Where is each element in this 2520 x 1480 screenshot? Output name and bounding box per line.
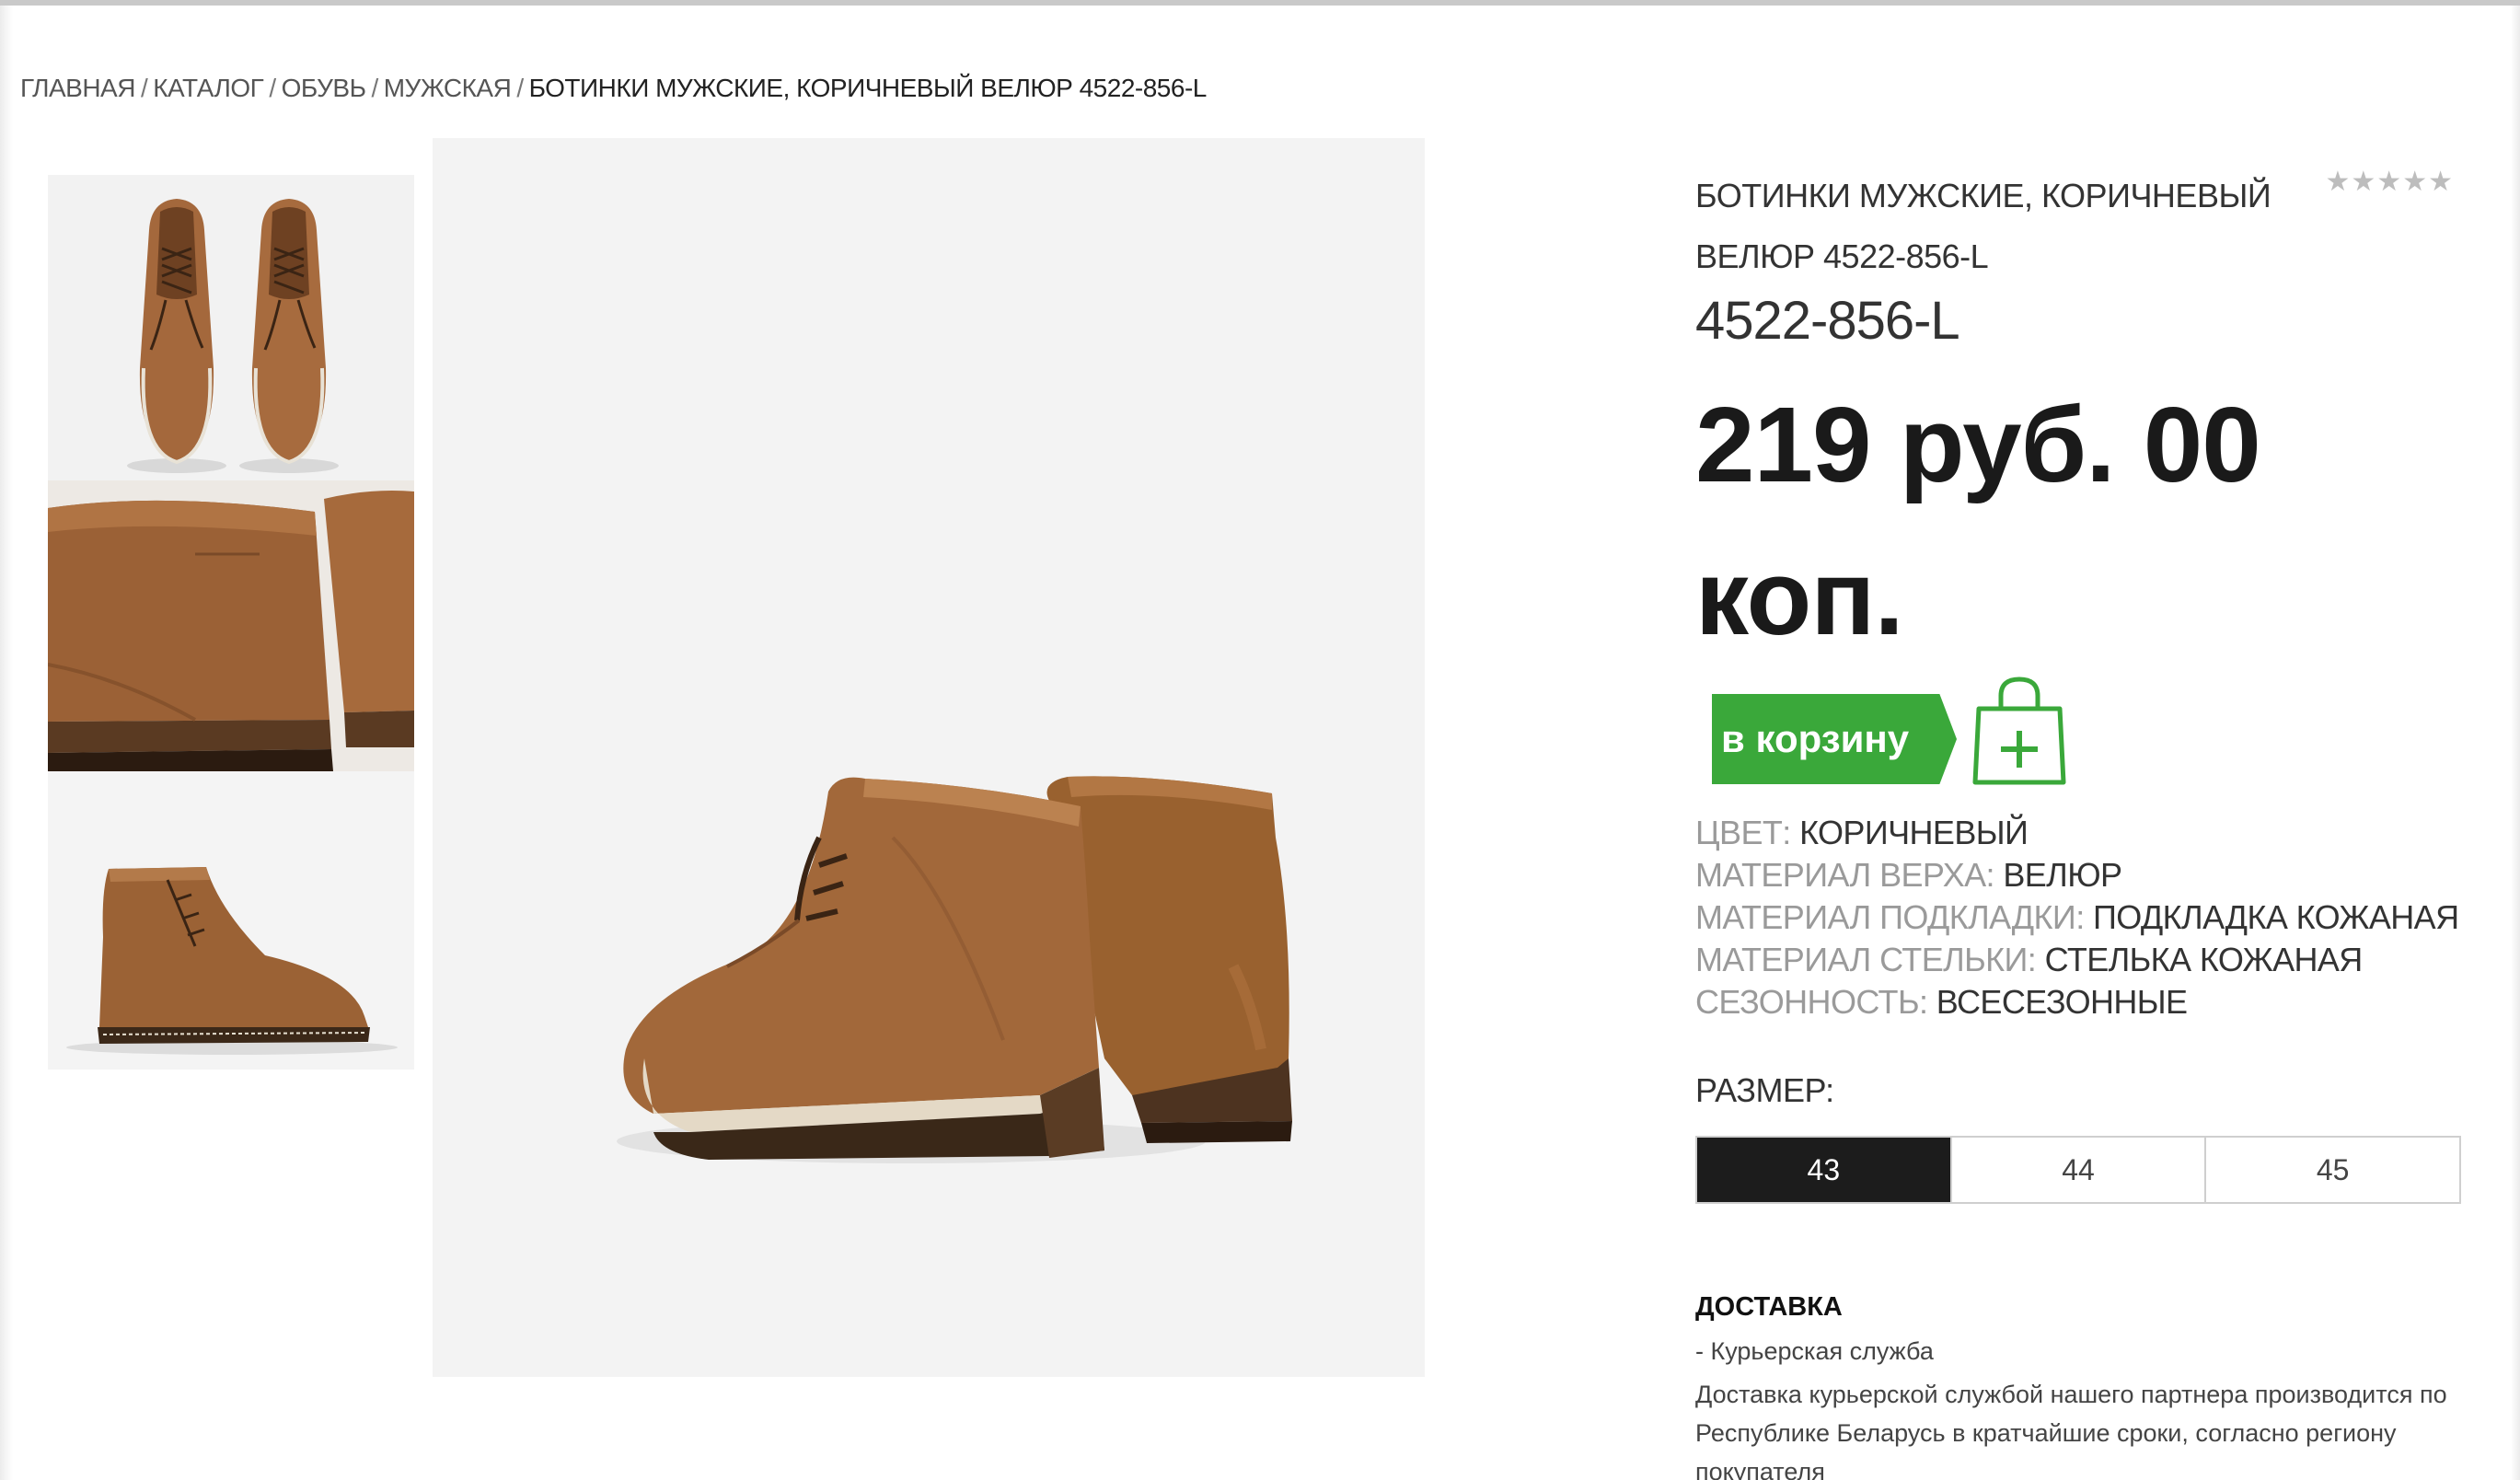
- window-edge-shadow: [0, 6, 13, 1480]
- delivery-description: Доставка курьерской службой нашего партн…: [1695, 1381, 2447, 1480]
- main-product-image[interactable]: [433, 138, 1425, 1377]
- size-selector: 43 44 45: [1695, 1136, 2461, 1204]
- breadcrumb-current: БОТИНКИ МУЖСКИЕ, КОРИЧНЕВЫЙ ВЕЛЮР 4522-8…: [528, 74, 1208, 102]
- breadcrumb-separator: /: [140, 74, 148, 102]
- product-info: БОТИНКИ МУЖСКИЕ, КОРИЧНЕВЫЙ ВЕЛЮР 4522-8…: [1695, 166, 2461, 1480]
- thumbnail-side-view[interactable]: [48, 771, 414, 1070]
- boots-top-view-image: [48, 175, 414, 480]
- spec-label: МАТЕРИАЛ СТЕЛЬКИ:: [1695, 941, 2037, 978]
- boots-heel-closeup-image: [48, 480, 414, 771]
- size-option-45[interactable]: 45: [2204, 1138, 2459, 1202]
- thumbnail-heel-closeup[interactable]: [48, 480, 414, 771]
- breadcrumb-home[interactable]: ГЛАВНАЯ: [20, 74, 135, 102]
- breadcrumb-separator: /: [516, 74, 524, 102]
- spec-value: СТЕЛЬКА КОЖАНАЯ: [2044, 941, 2364, 978]
- boots-main-image: [433, 138, 1425, 1377]
- rating-stars[interactable]: ★★★★★: [2326, 166, 2454, 198]
- breadcrumb-separator: /: [371, 74, 378, 102]
- size-label: РАЗМЕР:: [1695, 1071, 1834, 1109]
- spec-value: ПОДКЛАДКА КОЖАНАЯ: [2093, 898, 2459, 936]
- spec-label: ЦВЕТ:: [1695, 814, 1791, 851]
- product-specs: ЦВЕТ: КОРИЧНЕВЫЙ МАТЕРИАЛ ВЕРХА: ВЕЛЮР М…: [1695, 812, 2459, 1023]
- spec-lining-material: МАТЕРИАЛ ПОДКЛАДКИ: ПОДКЛАДКА КОЖАНАЯ: [1695, 896, 2459, 939]
- shopping-bag-plus-icon[interactable]: [1971, 674, 2067, 788]
- size-option-43[interactable]: 43: [1697, 1138, 1950, 1202]
- breadcrumb: ГЛАВНАЯ / КАТАЛОГ / ОБУВЬ / МУЖСКАЯ / БОТИНКИ МУ…: [20, 74, 1207, 103]
- top-divider: [0, 0, 2520, 6]
- price: 219 руб. 00 коп.: [1695, 385, 2261, 657]
- delivery-title: ДОСТАВКА: [1695, 1292, 1843, 1322]
- thumbnail-top-view[interactable]: [48, 175, 414, 480]
- breadcrumb-footwear[interactable]: ОБУВЬ: [282, 74, 366, 102]
- spec-upper-material: МАТЕРИАЛ ВЕРХА: ВЕЛЮР: [1695, 854, 2459, 896]
- breadcrumb-catalog[interactable]: КАТАЛОГ: [153, 74, 264, 102]
- spec-season: СЕЗОННОСТЬ: ВСЕСЕЗОННЫЕ: [1695, 981, 2459, 1023]
- spec-value: ВСЕСЕЗОННЫЕ: [1936, 983, 2188, 1021]
- spec-insole-material: МАТЕРИАЛ СТЕЛЬКИ: СТЕЛЬКА КОЖАНАЯ: [1695, 939, 2459, 981]
- spec-label: МАТЕРИАЛ ПОДКЛАДКИ:: [1695, 898, 2085, 936]
- boot-side-view-image: [48, 771, 414, 1070]
- spec-label: СЕЗОННОСТЬ:: [1695, 983, 1928, 1021]
- breadcrumb-separator: /: [269, 74, 276, 102]
- add-to-cart-row: в корзину: [1695, 674, 2459, 793]
- spec-value: ВЕЛЮР: [2003, 856, 2122, 894]
- window-edge-shadow-right: [2511, 6, 2520, 1480]
- spec-label: МАТЕРИАЛ ВЕРХА:: [1695, 856, 1995, 894]
- add-to-cart-button[interactable]: в корзину: [1712, 694, 1957, 784]
- article-number: 4522-856-L: [1695, 291, 1960, 351]
- spec-value: КОРИЧНЕВЫЙ: [1799, 814, 2029, 851]
- product-page: ГЛАВНАЯ / КАТАЛОГ / ОБУВЬ / МУЖСКАЯ / БОТИНКИ МУ…: [0, 0, 2520, 1480]
- spec-color: ЦВЕТ: КОРИЧНЕВЫЙ: [1695, 812, 2459, 854]
- size-option-44[interactable]: 44: [1949, 1138, 2205, 1202]
- delivery-method: - Курьерская служба: [1695, 1337, 1934, 1365]
- product-title: БОТИНКИ МУЖСКИЕ, КОРИЧНЕВЫЙ ВЕЛЮР 4522-8…: [1695, 177, 2271, 275]
- breadcrumb-men[interactable]: МУЖСКАЯ: [384, 74, 512, 102]
